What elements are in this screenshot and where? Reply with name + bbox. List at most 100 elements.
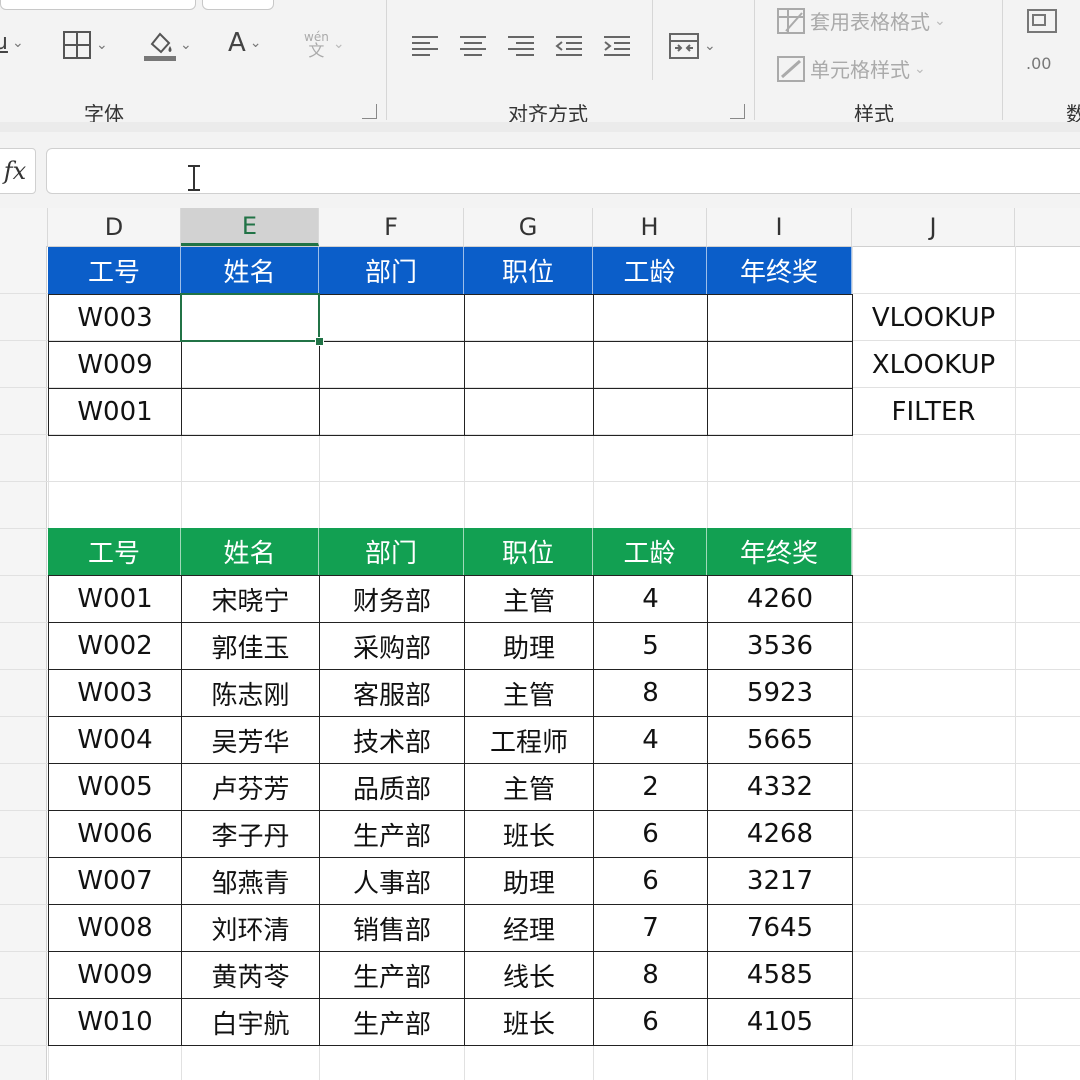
table-header-cell[interactable]: 姓名 bbox=[181, 528, 319, 575]
borders-button[interactable]: ⌄ bbox=[62, 30, 108, 60]
table-cell[interactable]: 7 bbox=[593, 904, 708, 952]
table-cell[interactable]: 采购部 bbox=[319, 622, 465, 670]
table-cell[interactable]: W010 bbox=[48, 998, 182, 1046]
table-cell[interactable]: 4105 bbox=[707, 998, 853, 1046]
font-size-dropdown[interactable] bbox=[202, 0, 274, 10]
table-cell[interactable]: W007 bbox=[48, 857, 182, 905]
number-format-button[interactable] bbox=[1026, 8, 1058, 34]
lookup-method-label[interactable]: VLOOKUP bbox=[852, 294, 1015, 341]
phonetic-guide-button[interactable]: wén 文 ⌄ bbox=[304, 30, 345, 59]
table-cell[interactable] bbox=[464, 388, 594, 436]
merge-center-button[interactable]: ⌄ bbox=[668, 32, 716, 60]
column-header-H[interactable]: H bbox=[593, 208, 707, 246]
table-header-cell[interactable]: 职位 bbox=[464, 528, 593, 575]
lookup-method-label[interactable]: XLOOKUP bbox=[852, 341, 1015, 388]
increase-indent-button[interactable] bbox=[602, 34, 632, 58]
table-header-cell[interactable]: 部门 bbox=[319, 247, 464, 294]
table-cell[interactable]: 3217 bbox=[707, 857, 853, 905]
table-cell[interactable]: 生产部 bbox=[319, 998, 465, 1046]
table-cell[interactable]: 5 bbox=[593, 622, 708, 670]
lookup-method-label[interactable]: FILTER bbox=[852, 388, 1015, 435]
column-header-C[interactable] bbox=[0, 208, 48, 246]
fill-color-button[interactable]: ⌄ bbox=[144, 28, 192, 62]
row-header-strip[interactable] bbox=[0, 246, 47, 1080]
table-cell[interactable]: 生产部 bbox=[319, 810, 465, 858]
table-cell[interactable]: W005 bbox=[48, 763, 182, 811]
formula-input[interactable] bbox=[46, 148, 1080, 194]
table-cell[interactable]: W001 bbox=[48, 575, 182, 623]
table-header-cell[interactable]: 部门 bbox=[319, 528, 464, 575]
underline-button[interactable]: u ⌄ bbox=[0, 30, 24, 55]
table-cell[interactable]: 6 bbox=[593, 857, 708, 905]
table-header-cell[interactable]: 工龄 bbox=[593, 247, 707, 294]
table-cell[interactable]: 陈志刚 bbox=[181, 669, 320, 717]
font-name-dropdown[interactable] bbox=[0, 0, 196, 10]
table-cell[interactable]: 黄芮苓 bbox=[181, 951, 320, 999]
table-cell[interactable]: 经理 bbox=[464, 904, 594, 952]
table-header-cell[interactable]: 职位 bbox=[464, 247, 593, 294]
table-cell[interactable] bbox=[593, 294, 708, 342]
table-cell[interactable] bbox=[181, 341, 320, 389]
table-cell[interactable] bbox=[319, 294, 465, 342]
table-cell[interactable]: 刘环清 bbox=[181, 904, 320, 952]
table-cell[interactable]: W004 bbox=[48, 716, 182, 764]
table-cell[interactable] bbox=[464, 341, 594, 389]
table-cell[interactable] bbox=[319, 341, 465, 389]
table-cell[interactable]: 4332 bbox=[707, 763, 853, 811]
table-header-cell[interactable]: 工龄 bbox=[593, 528, 707, 575]
table-cell[interactable]: W009 bbox=[48, 951, 182, 999]
table-cell[interactable]: 8 bbox=[593, 669, 708, 717]
table-cell[interactable]: W008 bbox=[48, 904, 182, 952]
table-cell[interactable]: 5923 bbox=[707, 669, 853, 717]
table-cell[interactable]: 7645 bbox=[707, 904, 853, 952]
table-cell[interactable]: 班长 bbox=[464, 998, 594, 1046]
column-header-G[interactable]: G bbox=[464, 208, 593, 246]
table-cell[interactable]: 人事部 bbox=[319, 857, 465, 905]
table-cell[interactable]: 销售部 bbox=[319, 904, 465, 952]
font-dialog-launcher-icon[interactable]: launch bbox=[362, 104, 377, 119]
format-as-table-button[interactable]: 套用表格格式 ⌄ bbox=[776, 6, 946, 35]
table-cell[interactable]: 班长 bbox=[464, 810, 594, 858]
table-cell[interactable]: 3536 bbox=[707, 622, 853, 670]
table-cell[interactable]: 吴芳华 bbox=[181, 716, 320, 764]
table-cell[interactable]: 客服部 bbox=[319, 669, 465, 717]
table-cell[interactable]: W001 bbox=[48, 388, 182, 436]
table-cell[interactable]: 8 bbox=[593, 951, 708, 999]
table-cell[interactable]: 主管 bbox=[464, 575, 594, 623]
align-right-button[interactable] bbox=[506, 34, 536, 58]
table-cell[interactable]: 线长 bbox=[464, 951, 594, 999]
table-header-cell[interactable]: 姓名 bbox=[181, 247, 319, 294]
table-cell[interactable]: 2 bbox=[593, 763, 708, 811]
table-cell[interactable]: 邹燕青 bbox=[181, 857, 320, 905]
table-cell[interactable]: 助理 bbox=[464, 622, 594, 670]
table-cell[interactable] bbox=[464, 294, 594, 342]
table-cell[interactable]: 工程师 bbox=[464, 716, 594, 764]
table-cell[interactable]: 白宇航 bbox=[181, 998, 320, 1046]
table-cell[interactable]: W002 bbox=[48, 622, 182, 670]
column-header-F[interactable]: F bbox=[319, 208, 464, 246]
table-cell[interactable]: 助理 bbox=[464, 857, 594, 905]
table-cell[interactable]: 郭佳玉 bbox=[181, 622, 320, 670]
insert-function-button[interactable]: fx bbox=[0, 148, 36, 194]
column-header-J[interactable]: J bbox=[852, 208, 1015, 246]
table-cell[interactable]: 4 bbox=[593, 575, 708, 623]
table-cell[interactable]: 主管 bbox=[464, 669, 594, 717]
column-header-E[interactable]: E bbox=[181, 208, 319, 246]
table-cell[interactable]: 技术部 bbox=[319, 716, 465, 764]
table-cell[interactable]: 宋晓宁 bbox=[181, 575, 320, 623]
table-cell[interactable]: W009 bbox=[48, 341, 182, 389]
table-cell[interactable]: 主管 bbox=[464, 763, 594, 811]
table-cell[interactable]: 6 bbox=[593, 998, 708, 1046]
table-cell[interactable]: 生产部 bbox=[319, 951, 465, 999]
table-cell[interactable] bbox=[181, 388, 320, 436]
active-cell-selection[interactable] bbox=[180, 293, 320, 342]
table-cell[interactable] bbox=[319, 388, 465, 436]
table-cell[interactable]: W003 bbox=[48, 294, 182, 342]
table-cell[interactable]: 4268 bbox=[707, 810, 853, 858]
alignment-dialog-launcher-icon[interactable]: launch bbox=[730, 104, 745, 119]
table-cell[interactable]: 卢芬芳 bbox=[181, 763, 320, 811]
table-cell[interactable] bbox=[593, 388, 708, 436]
fill-handle[interactable] bbox=[315, 337, 324, 346]
table-cell[interactable]: 5665 bbox=[707, 716, 853, 764]
decrease-indent-button[interactable] bbox=[554, 34, 584, 58]
